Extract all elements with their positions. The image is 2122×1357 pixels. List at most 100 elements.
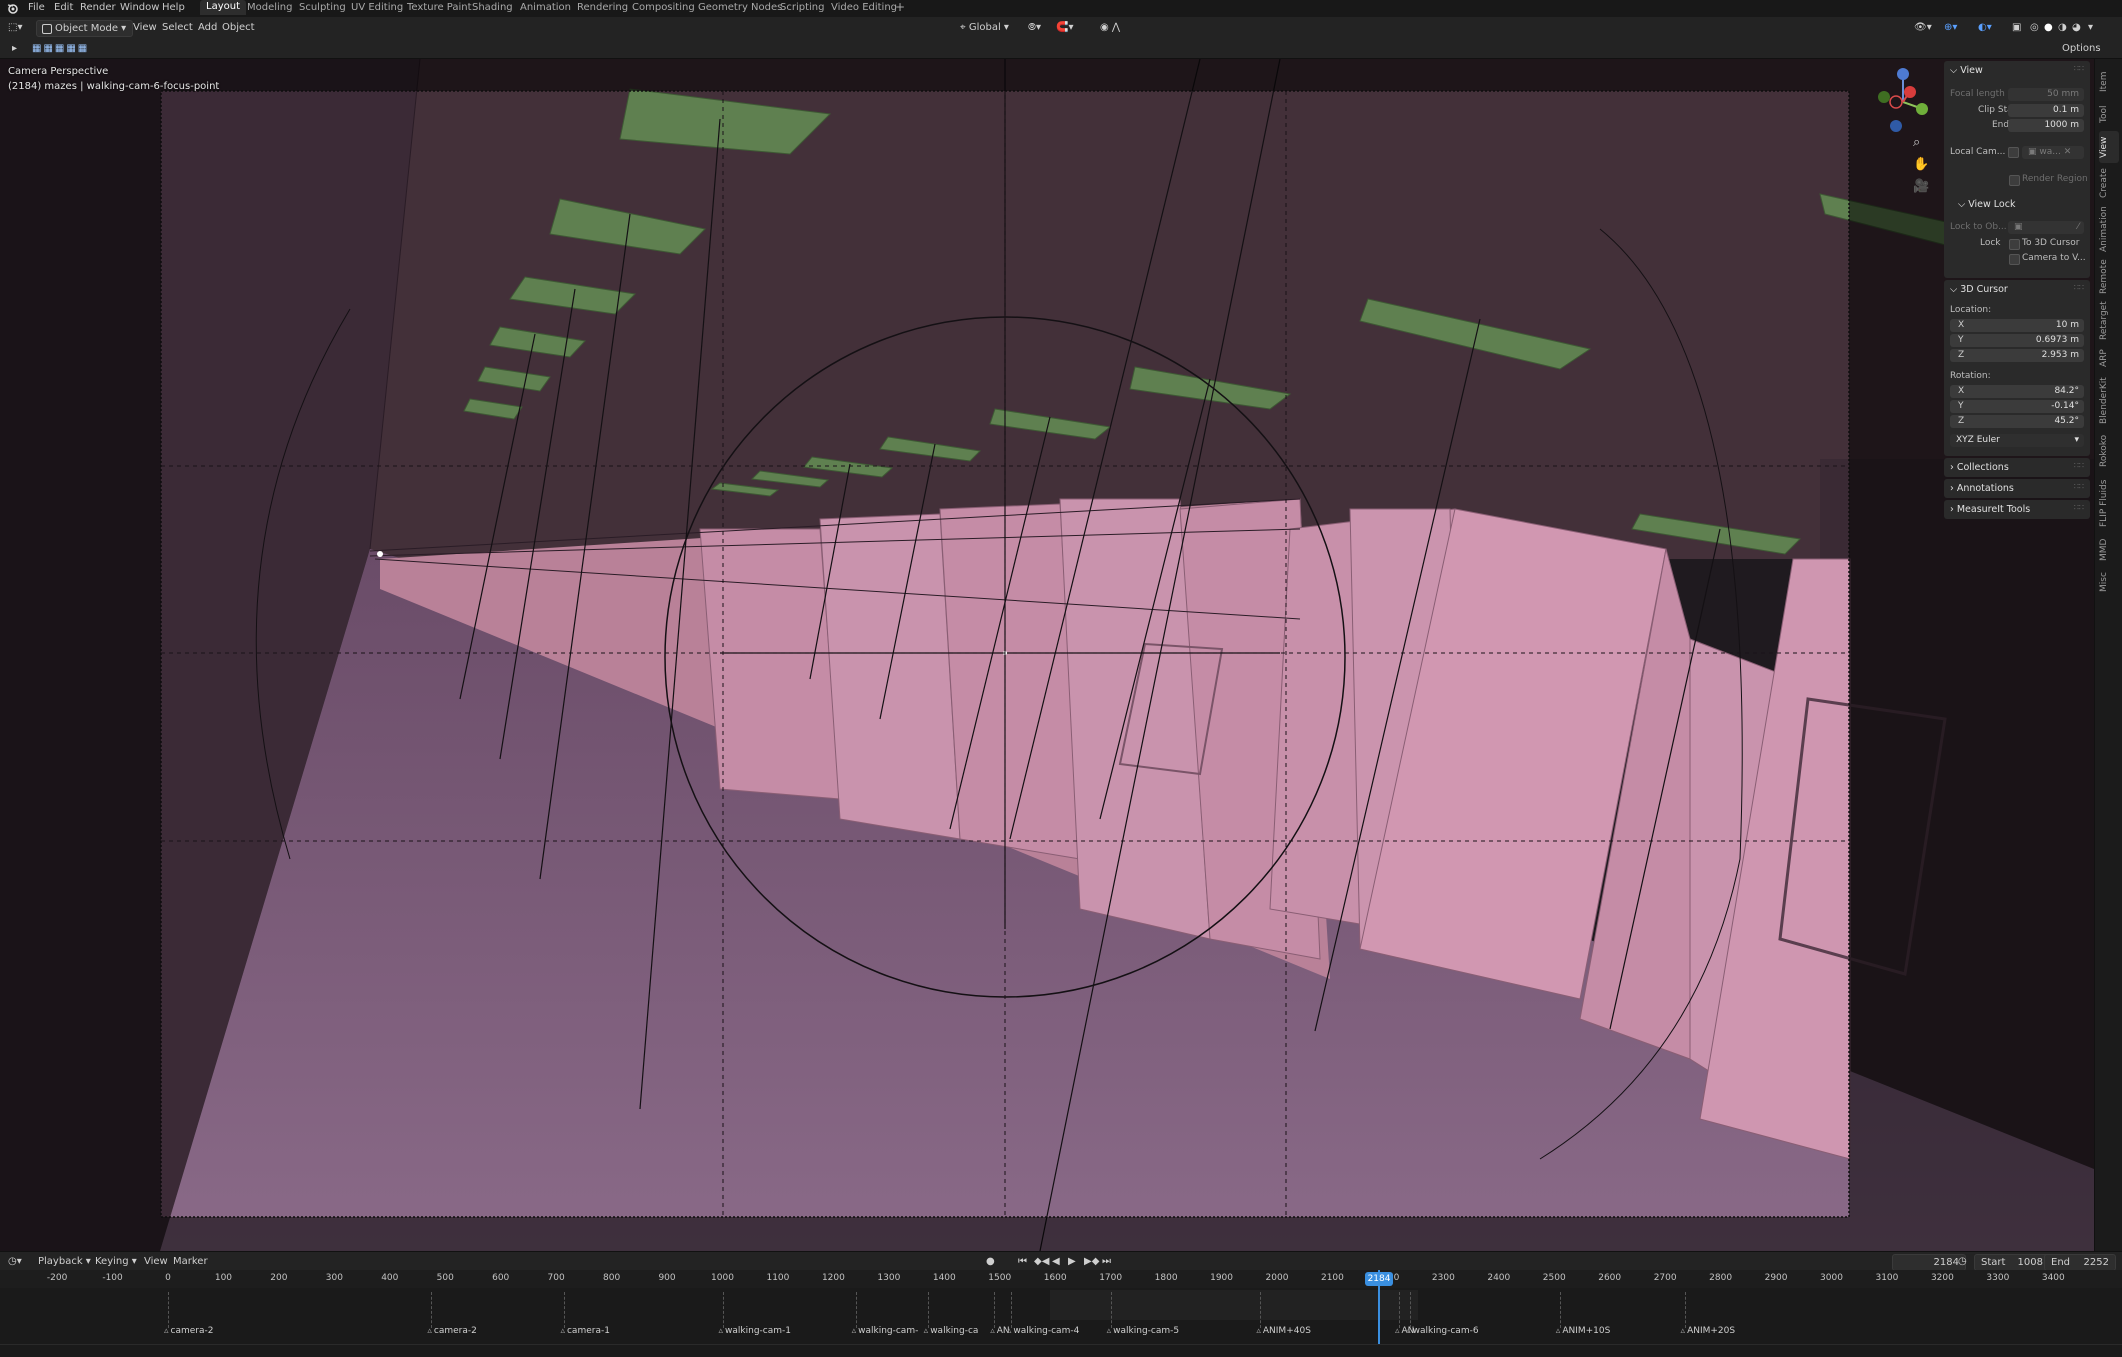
cursor-rotation-y[interactable]: Y -0.14° [1950,400,2084,413]
timeline-marker[interactable]: ▵ ANIM+40S [1256,1326,1311,1336]
drag-handle-icon[interactable]: ∷∷ [2074,503,2084,512]
blender-logo-icon[interactable] [7,2,19,14]
annotations-header[interactable]: › Annotations [1950,483,2014,494]
playhead-frame-label[interactable]: 2184 [1365,1272,1394,1286]
menu-add[interactable]: Add [198,20,217,35]
measureit-header[interactable]: › MeasureIt Tools [1950,504,2030,515]
focal-length-field[interactable]: 50 mm [2008,88,2084,101]
menu-playback[interactable]: Playback ▾ [38,1254,91,1269]
3d-cursor-header[interactable]: ⌵ 3D Cursor [1950,284,2008,295]
material-shading-icon[interactable]: ◑ [2058,20,2067,35]
editor-type-icon[interactable]: ⬚▾ [8,20,22,35]
timeline-marker[interactable]: ▵ ANIM+20S [1681,1326,1736,1336]
rotation-mode-dropdown[interactable]: XYZ Euler ▾ [1950,434,2084,447]
timeline-marker[interactable]: ▵ walking-ca [924,1326,979,1336]
transform-orientation-dropdown[interactable]: ⌖ Global ▾ [960,20,1009,35]
cursor-location-x[interactable]: X 10 m [1950,319,2084,332]
timeline-marker[interactable]: ▵ walking-cam-4 [1007,1326,1080,1336]
rendered-shading-icon[interactable]: ◕ [2072,20,2081,35]
record-icon[interactable]: ● [986,1254,995,1269]
drag-handle-icon[interactable]: ∷∷ [2074,283,2084,292]
view-lock-header[interactable]: ⌵ View Lock [1958,199,2015,210]
clock-icon[interactable]: ◷ [1958,1254,1967,1269]
timeline-marker[interactable]: ▵ camera-2 [427,1326,477,1336]
prev-keyframe-icon[interactable]: ◆◀ [1034,1254,1049,1269]
tab-retarget[interactable]: Retarget [2099,299,2119,343]
render-region-checkbox[interactable] [2009,175,2020,186]
camera-to-view-checkbox[interactable] [2009,254,2020,265]
tab-view[interactable]: View [2099,131,2119,163]
proportional-edit-icon[interactable]: ◉ ⋀ [1100,20,1120,35]
overlays-toggle-icon[interactable]: ◐▾ [1978,20,1992,35]
end-frame-field[interactable]: End 2252 [2044,1254,2116,1271]
tab-remote[interactable]: Remote [2099,257,2119,297]
timeline-area[interactable]: ▵ camera-2 ▵ camera-2 ▵ camera-1 ▵ walking-cam-… [0,1288,2122,1344]
visibility-icon[interactable]: 👁▾ [1914,20,1932,35]
tab-mmd[interactable]: MMD [2099,535,2119,565]
menu-keying[interactable]: Keying ▾ [95,1254,137,1269]
timeline-editor-type-icon[interactable]: ◷▾ [8,1254,22,1269]
object-mode-dropdown[interactable]: Object Mode ▾ [36,20,134,37]
tab-rendering[interactable]: Rendering [577,2,628,13]
collections-panel[interactable]: › Collections ∷∷ [1944,458,2090,477]
selection-mode-icons[interactable]: ▦▦▦▦▦ [32,41,89,56]
tab-layout[interactable]: Layout [200,0,246,15]
next-keyframe-icon[interactable]: ▶◆ [1084,1254,1099,1269]
measureit-panel[interactable]: › MeasureIt Tools ∷∷ [1944,500,2090,519]
tab-flip-fluids[interactable]: FLIP Fluids [2099,473,2119,533]
gizmo-toggle-icon[interactable]: ⊕▾ [1944,20,1957,35]
collections-header[interactable]: › Collections [1950,462,2009,473]
tab-compositing[interactable]: Compositing [632,2,695,13]
3d-viewport[interactable]: Camera Perspective (2184) mazes | walkin… [0,59,2094,1251]
menu-file[interactable]: File [28,2,45,13]
menu-window[interactable]: Window [120,2,159,13]
tab-animation[interactable]: Animation [2099,203,2119,255]
pan-hand-icon[interactable]: ✋ [1913,157,1929,172]
timeline-marker[interactable]: ▵ walking-cam- [852,1326,919,1336]
play-reverse-icon[interactable]: ◀ [1052,1254,1060,1269]
menu-help[interactable]: Help [162,2,185,13]
tab-animation[interactable]: Animation [520,2,571,13]
tab-misc[interactable]: Misc [2099,567,2119,597]
tab-blenderkit[interactable]: BlenderKit [2099,373,2119,429]
menu-view[interactable]: View [133,20,157,35]
menu-marker[interactable]: Marker [173,1254,208,1269]
lock-to-object-field[interactable]: ▣ ⁄ [2008,221,2084,234]
wireframe-shading-icon[interactable]: ◎ [2030,20,2039,35]
jump-start-icon[interactable]: ⏮ [1018,1254,1027,1269]
annotations-panel[interactable]: › Annotations ∷∷ [1944,479,2090,498]
drag-handle-icon[interactable]: ∷∷ [2074,64,2084,73]
cursor-rotation-x[interactable]: X 84.2° [1950,385,2084,398]
local-camera-checkbox[interactable] [2008,147,2019,158]
tab-texture-paint[interactable]: Texture Paint [407,2,472,13]
solid-shading-icon[interactable]: ● [2044,20,2053,35]
eyedropper-icon[interactable]: ⁄ [2077,221,2079,234]
camera-view-icon[interactable]: 🎥 [1913,179,1929,194]
tab-sculpting[interactable]: Sculpting [299,2,346,13]
menu-object[interactable]: Object [222,20,255,35]
cursor-location-y[interactable]: Y 0.6973 m [1950,334,2084,347]
timeline-marker[interactable]: ▵ walking-cam-6 [1406,1326,1479,1336]
tab-uv-editing[interactable]: UV Editing [351,2,403,13]
snap-icon[interactable]: 🧲▾ [1056,20,1073,35]
tab-video-editing[interactable]: Video Editing [831,2,897,13]
active-tool-icon[interactable]: ▸ [12,41,17,56]
options-dropdown[interactable]: Options [2062,41,2101,56]
timeline-marker[interactable]: ▵ camera-2 [164,1326,214,1336]
start-frame-field[interactable]: Start 1008 [1974,1254,2050,1271]
cursor-rotation-z[interactable]: Z 45.2° [1950,415,2084,428]
clip-end-field[interactable]: 1000 m [2008,119,2084,132]
tab-arp[interactable]: ARP [2099,345,2119,371]
tab-shading[interactable]: Shading [472,2,513,13]
timeline-ruler[interactable]: -200 -100 0 100 200 300 400 500 600 700 800 900 1000… [0,1270,2122,1288]
drag-handle-icon[interactable]: ∷∷ [2074,461,2084,470]
menu-select[interactable]: Select [162,20,193,35]
tab-item[interactable]: Item [2099,67,2119,97]
tab-geometry-nodes[interactable]: Geometry Nodes [698,2,782,13]
timeline-marker[interactable]: ▵ walking-cam-1 [719,1326,792,1336]
tab-tool[interactable]: Tool [2099,99,2119,129]
drag-handle-icon[interactable]: ∷∷ [2074,482,2084,491]
timeline-marker[interactable]: ▵ ANIM+10S [1556,1326,1611,1336]
play-icon[interactable]: ▶ [1068,1254,1076,1269]
view-panel-header[interactable]: ⌵ View [1950,65,1983,76]
